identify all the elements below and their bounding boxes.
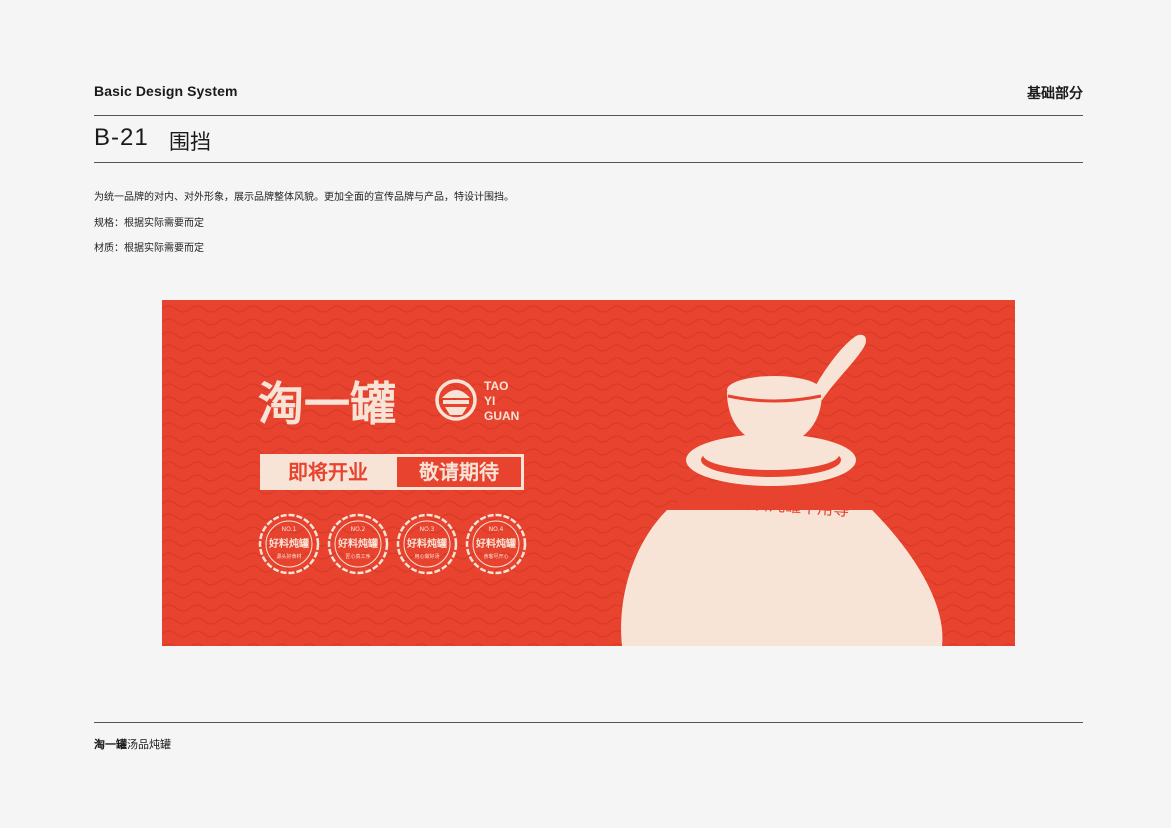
footer-brand-name: 淘一罐 [94,738,127,751]
badge-title: 好料炖罐 [475,537,516,550]
header-divider [94,115,1083,116]
section-code: B-21 [94,124,149,151]
badge-subtitle: 源头好食材 [276,553,301,560]
badge-title: 好料炖罐 [406,537,447,550]
footer-divider [94,722,1083,723]
slogan-opening-soon: 即将开业 [288,460,368,484]
brand-name-en-line: TAO [484,379,508,393]
badge-number: NO.3 [420,526,435,533]
badge-number: NO.1 [282,526,297,533]
badge-title: 好料炖罐 [268,537,309,550]
slogan-stay-tuned: 敬请期待 [418,460,499,484]
badge-title: 好料炖罐 [337,537,378,550]
header-right-title: 基础部分 [1027,86,1083,102]
section-divider [94,162,1083,163]
footer-brand: 淘一罐汤品炖罐 [94,736,171,752]
spec-line: 规格：根据实际需要而定 [94,218,204,229]
material-line: 材质：根据实际需要而定 [94,243,204,254]
brand-name-en-line: YI [484,394,495,408]
badge-number: NO.4 [489,526,504,533]
hoarding-mockup: 淘一罐 TAO YI GUAN 即将开业 敬请期待 NO.1 好料炖罐 源头好食… [162,300,1015,646]
badge-subtitle: 用心做好汤 [414,553,439,560]
description-line: 为统一品牌的对内、对外形象，展示品牌整体风貌。更加全面的宣传品牌与产品，特设计围… [94,192,514,203]
footer-brand-suffix: 汤品炖罐 [127,738,171,751]
badge-subtitle: 匠心真工序 [345,553,370,560]
brand-name-en-line: GUAN [484,409,519,423]
badge-subtitle: 食客尽开心 [483,553,508,560]
brand-name-cn: 淘一罐 [258,377,396,431]
header-left-title: Basic Design System [94,83,238,99]
section-title: 围挡 [169,130,211,154]
badge-number: NO.2 [351,526,366,533]
